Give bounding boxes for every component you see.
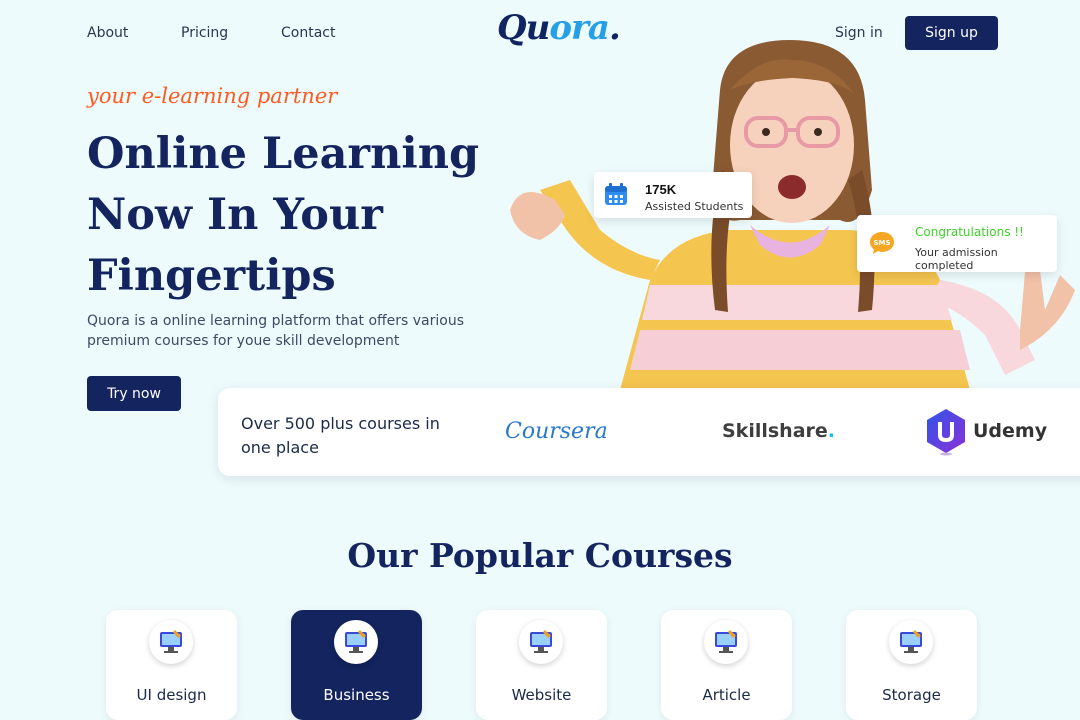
design-monitor-icon (149, 620, 193, 664)
course-card-storage[interactable]: Storage (846, 610, 977, 720)
partners-strip: Over 500 plus courses in one place Cours… (218, 388, 1080, 476)
svg-text:SMS: SMS (873, 239, 890, 247)
course-label: UI design (136, 686, 207, 704)
nav-pricing-link[interactable]: Pricing (181, 25, 228, 41)
design-monitor-icon (334, 620, 378, 664)
course-card-ui-design[interactable]: UI design (106, 610, 237, 720)
hero-description: Quora is a online learning platform that… (87, 313, 465, 349)
course-label: Business (323, 686, 390, 704)
course-label: Storage (882, 686, 941, 704)
assisted-students-card: 175K Assisted Students (594, 172, 752, 218)
skillshare-logo[interactable]: Skillshare. (722, 420, 835, 442)
partners-text: Over 500 plus courses in one place (241, 414, 440, 457)
design-monitor-icon (519, 620, 563, 664)
udemy-logo[interactable]: Udemy (973, 420, 1047, 442)
stat-value: 175K (645, 182, 677, 197)
course-card-article[interactable]: Article (661, 610, 792, 720)
congratulations-card: SMS Congratulations !! Your admission co… (857, 215, 1057, 272)
coursera-logo[interactable]: Coursera (505, 419, 608, 444)
course-label: Article (702, 686, 751, 704)
nav-contact-link[interactable]: Contact (281, 25, 335, 41)
course-card-website[interactable]: Website (476, 610, 607, 720)
sms-chat-icon: SMS (869, 231, 895, 255)
try-now-button[interactable]: Try now (87, 376, 181, 411)
skillshare-wordmark: Skillshare (722, 420, 828, 442)
calendar-icon (604, 182, 628, 206)
skillshare-dot: . (827, 420, 835, 442)
design-monitor-icon (889, 620, 933, 664)
stat-label: Assisted Students (645, 200, 744, 213)
course-label: Website (511, 686, 572, 704)
design-monitor-icon (704, 620, 748, 664)
congrats-title: Congratulations !! (915, 225, 1024, 239)
popular-courses-title: Our Popular Courses (347, 536, 733, 575)
nav-about-link[interactable]: About (87, 25, 128, 41)
course-card-business[interactable]: Business (291, 610, 422, 720)
hero-title: Online Learning Now In Your Fingertips (87, 129, 480, 301)
udemy-icon (925, 408, 967, 456)
tagline: your e-learning partner (87, 84, 338, 108)
hero-image (500, 30, 1080, 390)
congrats-subtitle: Your admission completed (915, 246, 998, 272)
